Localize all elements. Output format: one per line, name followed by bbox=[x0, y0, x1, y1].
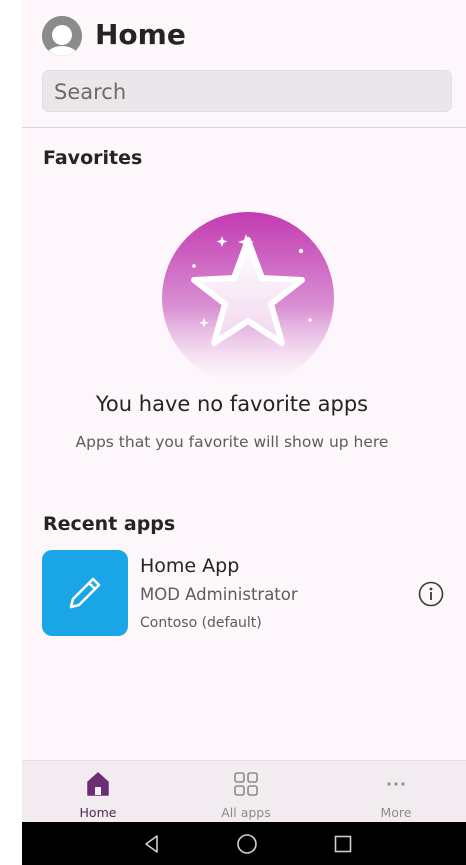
tab-all-apps-label: All apps bbox=[221, 805, 271, 820]
tab-more-label: More bbox=[380, 805, 412, 820]
recent-apps-heading: Recent apps bbox=[43, 513, 176, 535]
home-circle-icon bbox=[237, 834, 257, 854]
system-recents-button[interactable] bbox=[332, 833, 354, 855]
info-icon bbox=[418, 581, 444, 607]
tab-home[interactable]: Home bbox=[24, 761, 172, 823]
search-input[interactable]: Search bbox=[42, 70, 452, 112]
bottom-tab-bar: Home All apps More bbox=[22, 760, 466, 822]
app-tile[interactable] bbox=[42, 550, 128, 636]
user-avatar-icon bbox=[42, 16, 82, 56]
app-environment: Contoso (default) bbox=[140, 615, 262, 631]
more-icon bbox=[387, 782, 405, 786]
empty-favorites-star-icon bbox=[160, 210, 336, 386]
back-icon bbox=[145, 835, 158, 853]
app-screen: Home Search Favorites You have no favori… bbox=[22, 0, 466, 865]
app-name: Home App bbox=[140, 555, 240, 577]
header: Home Search bbox=[22, 0, 466, 128]
tab-more[interactable]: More bbox=[322, 761, 466, 823]
tab-all-apps[interactable]: All apps bbox=[172, 761, 320, 823]
search-placeholder: Search bbox=[54, 80, 127, 104]
system-back-button[interactable] bbox=[141, 833, 163, 855]
system-nav-bar bbox=[22, 822, 466, 865]
pencil-icon bbox=[69, 577, 101, 609]
recent-app-item[interactable]: Home App MOD Administrator Contoso (defa… bbox=[42, 548, 452, 638]
tab-home-label: Home bbox=[79, 805, 117, 820]
empty-state-subtitle: Apps that you favorite will show up here bbox=[75, 433, 389, 451]
empty-state-title: You have no favorite apps bbox=[95, 392, 369, 416]
app-owner: MOD Administrator bbox=[140, 585, 298, 604]
system-home-button[interactable] bbox=[236, 833, 258, 855]
avatar[interactable] bbox=[42, 16, 82, 56]
home-icon bbox=[87, 772, 109, 796]
grid-icon bbox=[234, 772, 258, 796]
app-info-button[interactable] bbox=[418, 581, 444, 607]
recents-icon bbox=[334, 835, 352, 853]
page-title: Home bbox=[95, 18, 186, 51]
favorites-heading: Favorites bbox=[43, 147, 143, 169]
